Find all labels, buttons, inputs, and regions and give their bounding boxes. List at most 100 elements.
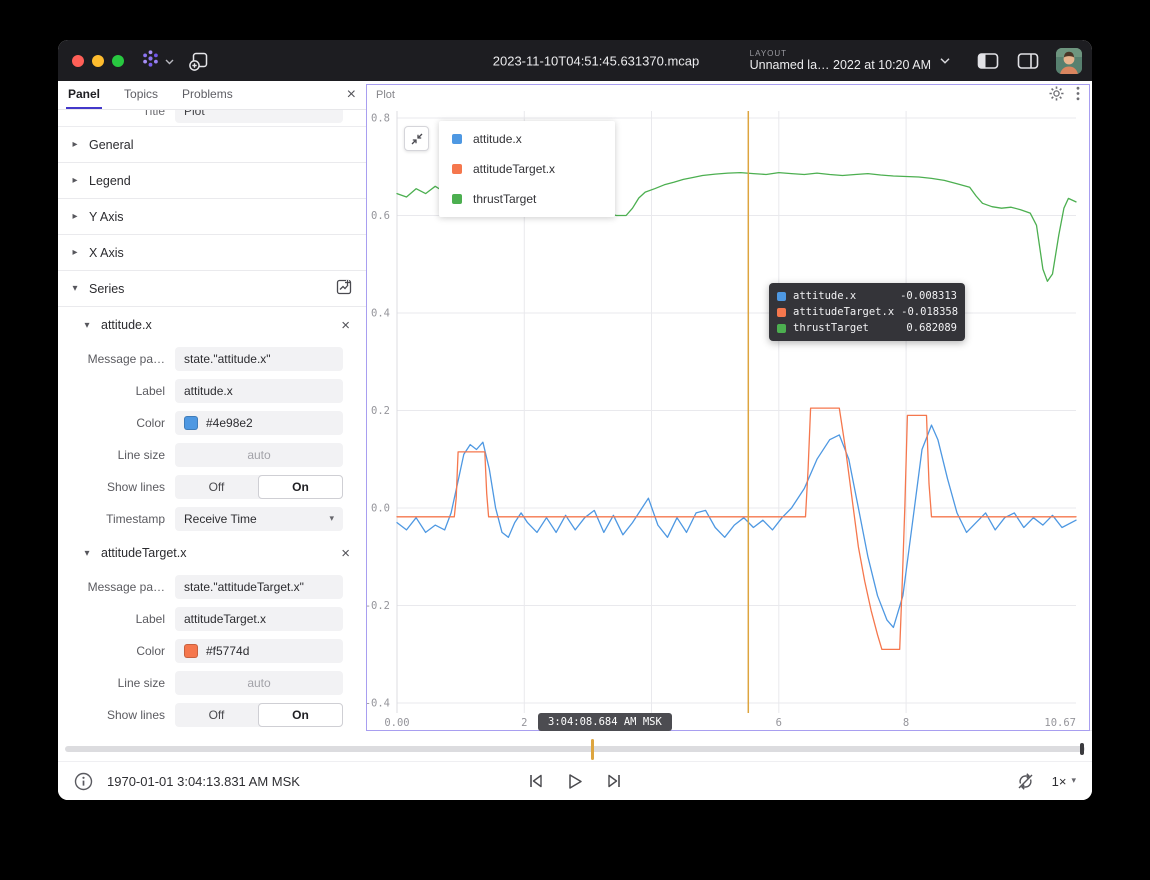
show-lines-toggle: Off On xyxy=(175,475,343,499)
section-legend[interactable]: ▸ Legend xyxy=(58,163,366,199)
titlebar: 2023-11-10T04:51:45.631370.mcap LAYOUT U… xyxy=(58,40,1092,81)
tooltip-series-name: attitudeTarget.x xyxy=(793,306,894,318)
playback-scrubber[interactable] xyxy=(65,746,1085,752)
title-field-input[interactable]: Plot xyxy=(175,110,343,123)
line-size-input[interactable]: auto xyxy=(175,443,343,467)
document-title: 2023-11-10T04:51:45.631370.mcap xyxy=(493,53,699,68)
tooltip-series-name: attitude.x xyxy=(793,290,856,302)
collapse-legend-button[interactable] xyxy=(404,126,429,151)
show-lines-off-option[interactable]: Off xyxy=(175,475,258,499)
show-lines-off-option[interactable]: Off xyxy=(175,703,258,727)
section-label: Legend xyxy=(89,174,131,188)
legend-label: thrustTarget xyxy=(473,192,536,206)
color-swatch[interactable] xyxy=(184,644,198,658)
toggle-right-sidebar-button[interactable] xyxy=(1016,51,1040,71)
tab-panel[interactable]: Panel xyxy=(66,81,102,109)
tooltip-row: attitudeTarget.x -0.018358 xyxy=(777,304,957,320)
line-size-label: Line size xyxy=(58,676,175,690)
label-input[interactable]: attitude.x xyxy=(175,379,343,403)
playback-timestamp: 1970-01-01 3:04:13.831 AM MSK xyxy=(107,774,300,789)
zoom-window-button[interactable] xyxy=(112,55,124,67)
tab-topics[interactable]: Topics xyxy=(122,81,160,109)
legend-item[interactable]: attitude.x xyxy=(439,124,615,154)
tab-problems[interactable]: Problems xyxy=(180,81,235,109)
toggle-left-sidebar-button[interactable] xyxy=(976,51,1000,71)
tooltip-series-name: thrustTarget xyxy=(793,322,869,334)
series-header-attitude-target-x[interactable]: ▾ attitudeTarget.x × xyxy=(58,535,366,571)
chevron-right-icon: ▸ xyxy=(70,247,80,258)
series-header-attitude-x[interactable]: ▾ attitude.x × xyxy=(58,307,366,343)
panel-menu-kebab-icon[interactable] xyxy=(1076,86,1080,104)
chevron-down-icon: ▾ xyxy=(1071,776,1076,786)
plot-legend: attitude.x attitudeTarget.x thrustTarget xyxy=(439,121,615,217)
title-field-label: Title xyxy=(58,110,175,118)
color-input[interactable]: #4e98e2 xyxy=(175,411,343,435)
new-window-button[interactable] xyxy=(188,50,210,72)
minimize-window-button[interactable] xyxy=(92,55,104,67)
section-series[interactable]: ▾ Series xyxy=(58,271,366,307)
plot-panel[interactable]: Plot xyxy=(366,84,1090,731)
color-swatch[interactable] xyxy=(184,416,198,430)
loop-disabled-icon[interactable] xyxy=(1016,772,1035,791)
playback-info-icon[interactable] xyxy=(74,772,93,791)
tooltip-row: attitude.x -0.008313 xyxy=(777,288,957,304)
plot-panel-header: Plot xyxy=(367,85,1089,105)
remove-series-icon[interactable]: × xyxy=(341,546,350,561)
tooltip-row: thrustTarget 0.682089 xyxy=(777,320,957,336)
foxglove-logo-icon xyxy=(140,48,161,74)
legend-label: attitudeTarget.x xyxy=(473,162,555,176)
label-input[interactable]: attitudeTarget.x xyxy=(175,607,343,631)
playback-end-handle[interactable] xyxy=(1080,743,1084,755)
scrub-hover-time-label: 3:04:08.684 AM MSK xyxy=(538,713,672,731)
seek-start-button[interactable] xyxy=(527,773,545,789)
chevron-right-icon: ▸ xyxy=(70,175,80,186)
legend-label: attitude.x xyxy=(473,132,522,146)
section-y-axis[interactable]: ▸ Y Axis xyxy=(58,199,366,235)
section-x-axis[interactable]: ▸ X Axis xyxy=(58,235,366,271)
svg-text:0.6: 0.6 xyxy=(371,210,390,222)
speed-value: 1× xyxy=(1052,774,1067,789)
play-button[interactable] xyxy=(567,773,583,790)
playback-position-marker[interactable] xyxy=(591,739,594,760)
layout-selector[interactable]: LAYOUT Unnamed la… 2022 at 10:20 AM xyxy=(750,49,950,73)
user-avatar[interactable] xyxy=(1056,48,1082,74)
show-lines-on-option[interactable]: On xyxy=(258,703,343,727)
tooltip-color-swatch xyxy=(777,292,786,301)
panel-settings-gear-icon[interactable] xyxy=(1049,86,1064,104)
layout-eyebrow: LAYOUT xyxy=(750,49,931,58)
title-field-row-clipped: Title Plot xyxy=(58,110,366,127)
svg-text:10.67: 10.67 xyxy=(1044,717,1076,729)
show-lines-label: Show lines xyxy=(58,708,175,722)
close-sidebar-icon[interactable]: × xyxy=(347,87,356,103)
tooltip-color-swatch xyxy=(777,308,786,317)
svg-text:0.4: 0.4 xyxy=(371,308,390,320)
message-path-label: Message pa… xyxy=(58,352,175,366)
section-general[interactable]: ▸ General xyxy=(58,127,366,163)
plot-hover-tooltip: attitude.x -0.008313 attitudeTarget.x -0… xyxy=(769,283,965,341)
plot-panel-title: Plot xyxy=(376,89,395,101)
sidebar-tabs: Panel Topics Problems × xyxy=(58,81,366,110)
color-input[interactable]: #f5774d xyxy=(175,639,343,663)
line-size-input[interactable]: auto xyxy=(175,671,343,695)
section-label: X Axis xyxy=(89,246,124,260)
seek-end-button[interactable] xyxy=(605,773,623,789)
svg-text:6: 6 xyxy=(776,717,782,729)
message-path-input[interactable]: state."attitude.x" xyxy=(175,347,343,371)
close-window-button[interactable] xyxy=(72,55,84,67)
series-title: attitudeTarget.x xyxy=(101,546,186,560)
svg-text:0.0: 0.0 xyxy=(371,503,390,515)
svg-text:-0.4: -0.4 xyxy=(367,698,390,710)
chevron-down-icon: ▾ xyxy=(70,283,80,294)
playback-speed-select[interactable]: 1× ▾ xyxy=(1052,774,1076,789)
svg-text:8: 8 xyxy=(903,717,909,729)
app-menu-button[interactable] xyxy=(140,48,174,74)
remove-series-icon[interactable]: × xyxy=(341,318,350,333)
layout-name: Unnamed la… 2022 at 10:20 AM xyxy=(750,58,931,72)
add-series-icon[interactable] xyxy=(336,279,352,298)
timestamp-select[interactable]: Receive Time ▾ xyxy=(175,507,343,531)
legend-color-swatch xyxy=(452,164,462,174)
show-lines-on-option[interactable]: On xyxy=(258,475,343,499)
legend-item[interactable]: thrustTarget xyxy=(439,184,615,214)
legend-item[interactable]: attitudeTarget.x xyxy=(439,154,615,184)
message-path-input[interactable]: state."attitudeTarget.x" xyxy=(175,575,343,599)
